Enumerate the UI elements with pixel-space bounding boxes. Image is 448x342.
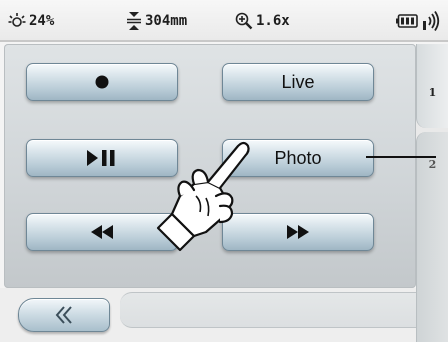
zoom-value: 1.6x bbox=[256, 13, 290, 29]
sun-icon bbox=[8, 13, 26, 27]
live-button[interactable]: Live bbox=[222, 63, 374, 101]
brightness-value: 24% bbox=[29, 13, 55, 29]
status-bar: 24% 304mm 1.6x bbox=[0, 0, 448, 42]
double-chevron-left-icon bbox=[55, 306, 72, 324]
record-button[interactable] bbox=[26, 63, 178, 101]
device-status bbox=[396, 11, 444, 31]
callout-line bbox=[366, 156, 436, 158]
rewind-icon bbox=[91, 225, 113, 239]
pointing-hand-icon bbox=[156, 141, 250, 252]
battery-icon bbox=[396, 14, 418, 28]
zoom-indicator: 1.6x bbox=[235, 11, 290, 31]
depth-icon bbox=[127, 12, 141, 30]
depth-value: 304mm bbox=[145, 13, 188, 29]
depth-indicator: 304mm bbox=[126, 11, 187, 31]
page-tabs: 1 2 bbox=[416, 44, 448, 342]
record-dot-icon bbox=[95, 75, 109, 89]
back-button[interactable] bbox=[18, 298, 110, 332]
tab-2-label: 2 bbox=[428, 158, 437, 171]
magnifier-plus-icon bbox=[235, 12, 253, 30]
bottom-bar bbox=[0, 288, 416, 342]
tab-1[interactable]: 1 bbox=[416, 44, 448, 128]
tab-1-label: 1 bbox=[428, 86, 437, 99]
bottom-ledge bbox=[120, 292, 416, 328]
photo-button-label: Photo bbox=[274, 147, 322, 168]
device-screen: 24% 304mm 1.6x Live Photo 1 2 bbox=[0, 0, 448, 342]
fast-forward-icon bbox=[287, 225, 309, 239]
tab-2[interactable]: 2 bbox=[416, 132, 448, 342]
live-button-label: Live bbox=[281, 71, 315, 92]
wireless-signal-icon bbox=[423, 11, 440, 31]
play-pause-icon bbox=[87, 150, 115, 166]
brightness-indicator: 24% bbox=[8, 11, 54, 31]
